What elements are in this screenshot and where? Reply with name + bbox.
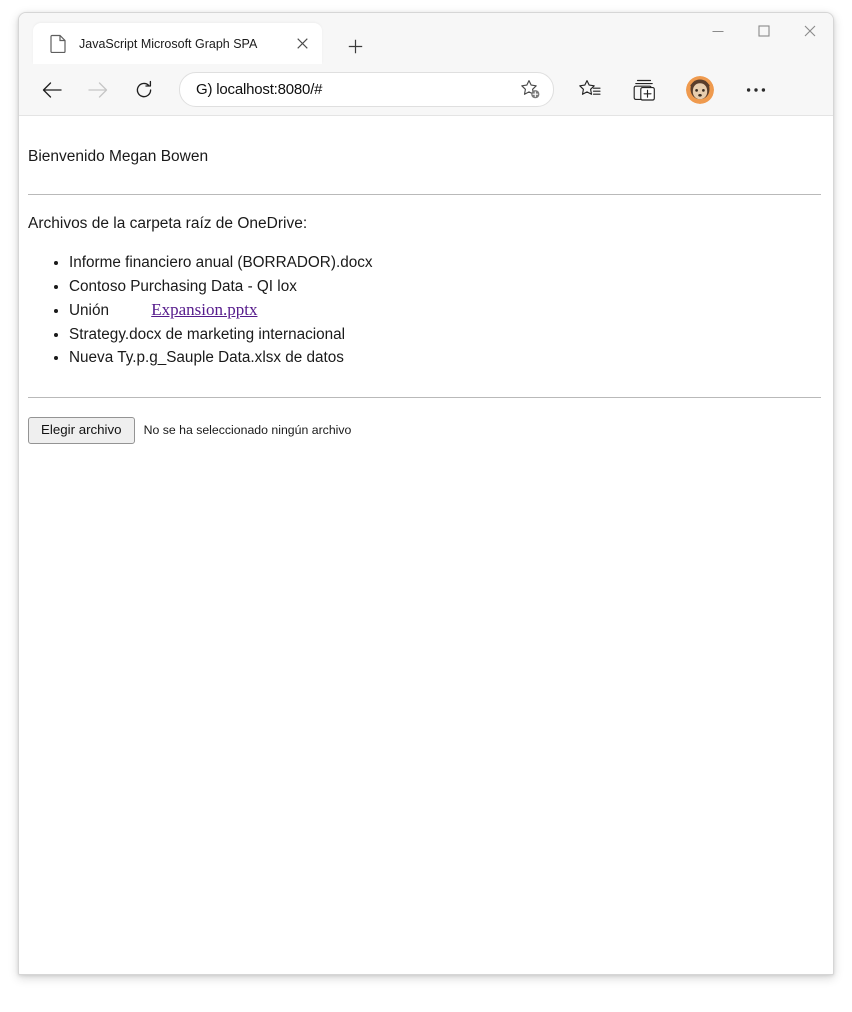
list-item: Unión Expansion.pptx: [69, 298, 823, 323]
back-button[interactable]: [35, 73, 69, 107]
collections-icon[interactable]: [627, 73, 661, 107]
browser-tab[interactable]: JavaScript Microsoft Graph SPA: [33, 23, 322, 64]
tab-strip: JavaScript Microsoft Graph SPA: [19, 13, 833, 64]
hedgehog-avatar-icon: [686, 75, 714, 104]
window-controls: [695, 13, 833, 49]
file-selection-status: No se ha seleccionado ningún archivo: [143, 423, 352, 438]
url-text[interactable]: localhost:8080/#: [216, 81, 519, 98]
list-item: Informe financiero anual (BORRADOR).docx: [69, 251, 823, 275]
add-favorite-icon[interactable]: [519, 79, 541, 101]
page-content: Bienvenido Megan Bowen Archivos de la ca…: [19, 116, 833, 444]
list-item: Nueva Ty.p.g_Sauple Data.xlsx de datos: [69, 346, 823, 370]
browser-window: JavaScript Microsoft Graph SPA G) localh…: [18, 12, 834, 975]
close-window-button[interactable]: [787, 13, 833, 49]
favorites-icon[interactable]: [573, 73, 607, 107]
file-link[interactable]: Expansion.pptx: [151, 300, 257, 319]
file-name: Contoso Purchasing Data - QI lox: [69, 277, 297, 295]
onedrive-file-list: Informe financiero anual (BORRADOR).docx…: [28, 251, 823, 370]
forward-button: [81, 73, 115, 107]
divider-bottom: [28, 396, 821, 398]
page-viewport: Bienvenido Megan Bowen Archivos de la ca…: [19, 116, 833, 974]
list-item: Contoso Purchasing Data - QI lox: [69, 275, 823, 299]
address-bar[interactable]: G) localhost:8080/#: [179, 72, 554, 107]
reload-icon[interactable]: [127, 73, 161, 107]
section-title: Archivos de la carpeta raíz de OneDrive:: [28, 215, 308, 233]
minimize-button[interactable]: [695, 13, 741, 49]
avatar[interactable]: [683, 73, 717, 107]
choose-file-button[interactable]: Elegir archivo: [28, 416, 135, 444]
page-icon: [50, 34, 67, 54]
file-name: Nueva Ty.p.g_Sauple Data.xlsx de datos: [69, 349, 344, 367]
divider-top: [28, 194, 821, 196]
maximize-button[interactable]: [741, 13, 787, 49]
file-name: Strategy.docx de marketing internacional: [69, 325, 346, 343]
file-name: Informe financiero anual (BORRADOR).docx: [69, 254, 373, 272]
settings-and-more-icon[interactable]: [739, 73, 773, 107]
tab-title: JavaScript Microsoft Graph SPA: [79, 36, 258, 51]
new-tab-button[interactable]: [341, 32, 369, 60]
file-upload-row: Elegir archivo No se ha seleccionado nin…: [28, 416, 823, 444]
browser-toolbar: G) localhost:8080/#: [19, 64, 833, 116]
file-name: Unión: [69, 302, 109, 320]
site-identity-label: G): [196, 81, 213, 98]
list-item: Strategy.docx de marketing internacional: [69, 323, 823, 347]
close-icon[interactable]: [289, 31, 315, 57]
welcome-message: Bienvenido Megan Bowen: [28, 148, 209, 165]
